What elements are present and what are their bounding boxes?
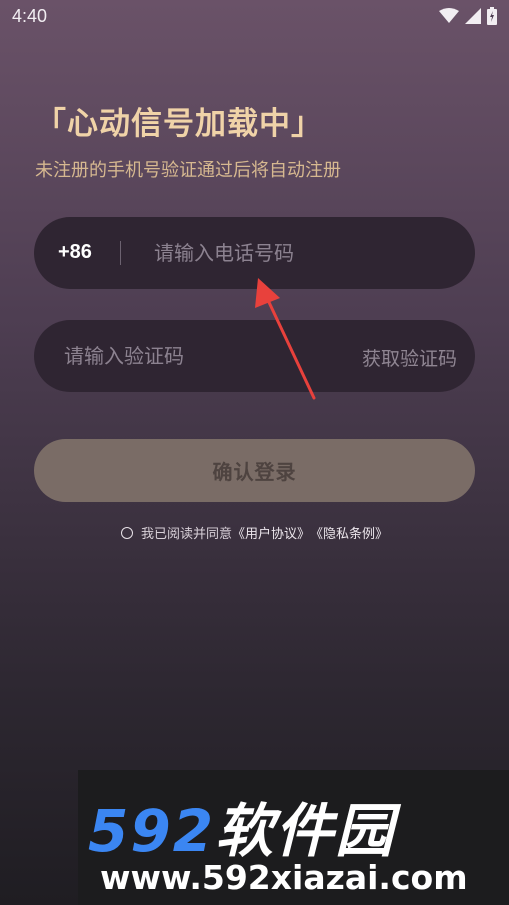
status-bar: 4:40 <box>0 0 509 34</box>
watermark-url: www.592xiazai.com <box>100 858 468 897</box>
confirm-login-button[interactable]: 确认登录 <box>34 439 475 502</box>
signal-icon <box>465 8 481 24</box>
country-code[interactable]: +86 <box>58 241 92 264</box>
watermark-logo-number: 592 <box>88 797 216 865</box>
privacy-link[interactable]: 《隐私条例》 <box>310 523 388 542</box>
agreement-radio[interactable] <box>120 526 133 539</box>
battery-icon <box>487 7 497 25</box>
field-divider <box>120 241 121 265</box>
agreement-prefix: 我已阅读并同意 <box>140 527 232 542</box>
get-code-button[interactable]: 获取验证码 <box>362 344 457 371</box>
wifi-icon <box>439 8 459 23</box>
page-subtitle: 未注册的手机号验证通过后将自动注册 <box>35 160 341 181</box>
agreement-row: 我已阅读并同意 《用户协议》 《隐私条例》 <box>0 523 509 542</box>
status-icons <box>439 7 497 25</box>
watermark-logo-text: 软件园 <box>215 797 396 865</box>
annotation-arrow-icon <box>255 278 316 400</box>
user-agreement-link[interactable]: 《用户协议》 <box>232 523 310 542</box>
page-title: 「心动信号加载中」 <box>35 106 323 142</box>
watermark: 592软件园 www.592xiazai.com <box>78 770 509 905</box>
watermark-logo: 592软件园 <box>88 784 395 868</box>
status-time: 4:40 <box>12 6 48 26</box>
